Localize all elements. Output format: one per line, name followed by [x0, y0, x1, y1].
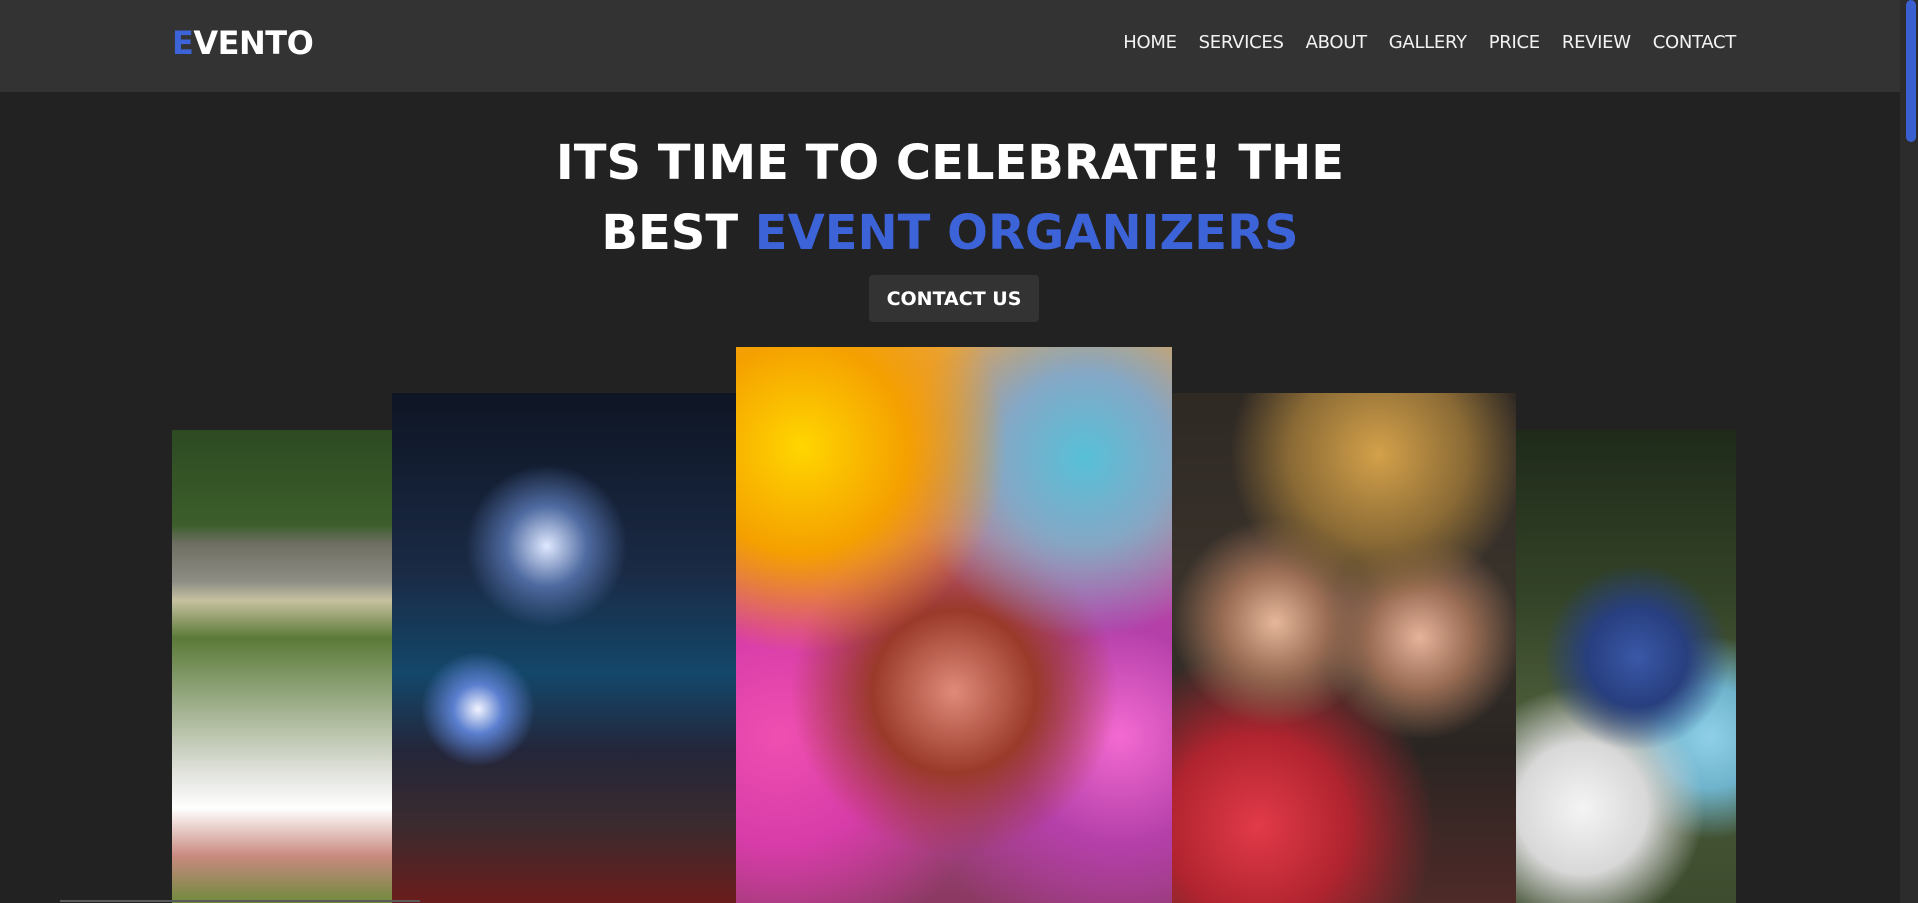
nav-about[interactable]: ABOUT — [1306, 32, 1367, 53]
scrollbar-thumb[interactable] — [1906, 0, 1916, 142]
logo-accent-letter: E — [172, 24, 194, 62]
wedding-gazebo-photo — [172, 430, 392, 903]
logo[interactable]: EVENTO — [172, 24, 314, 62]
nav-gallery[interactable]: GALLERY — [1389, 32, 1467, 53]
main-nav: HOME SERVICES ABOUT GALLERY PRICE REVIEW… — [1123, 32, 1736, 53]
scrollbar[interactable] — [1900, 0, 1918, 903]
nav-price[interactable]: PRICE — [1489, 32, 1540, 53]
nav-home[interactable]: HOME — [1123, 32, 1177, 53]
divider — [60, 900, 420, 902]
dj-party-photo — [392, 393, 736, 903]
hero-title-line2: BEST EVENT ORGANIZERS — [0, 198, 1900, 268]
logo-text: VENTO — [193, 24, 314, 62]
contact-us-button[interactable]: CONTACT US — [869, 275, 1039, 322]
nav-contact[interactable]: CONTACT — [1653, 32, 1737, 53]
hero-title-line1: ITS TIME TO CELEBRATE! THE — [555, 135, 1345, 191]
color-powder-photo — [736, 347, 1172, 903]
birthday-party-photo — [1172, 393, 1516, 903]
hero-title: ITS TIME TO CELEBRATE! THE BEST EVENT OR… — [0, 128, 1900, 268]
nav-review[interactable]: REVIEW — [1562, 32, 1631, 53]
site-header: EVENTO HOME SERVICES ABOUT GALLERY PRICE… — [0, 0, 1900, 92]
wedding-couple-photo — [1516, 430, 1736, 903]
nav-services[interactable]: SERVICES — [1199, 32, 1284, 53]
hero-title-plain: BEST — [601, 205, 755, 261]
hero-title-accent: EVENT ORGANIZERS — [754, 205, 1299, 261]
